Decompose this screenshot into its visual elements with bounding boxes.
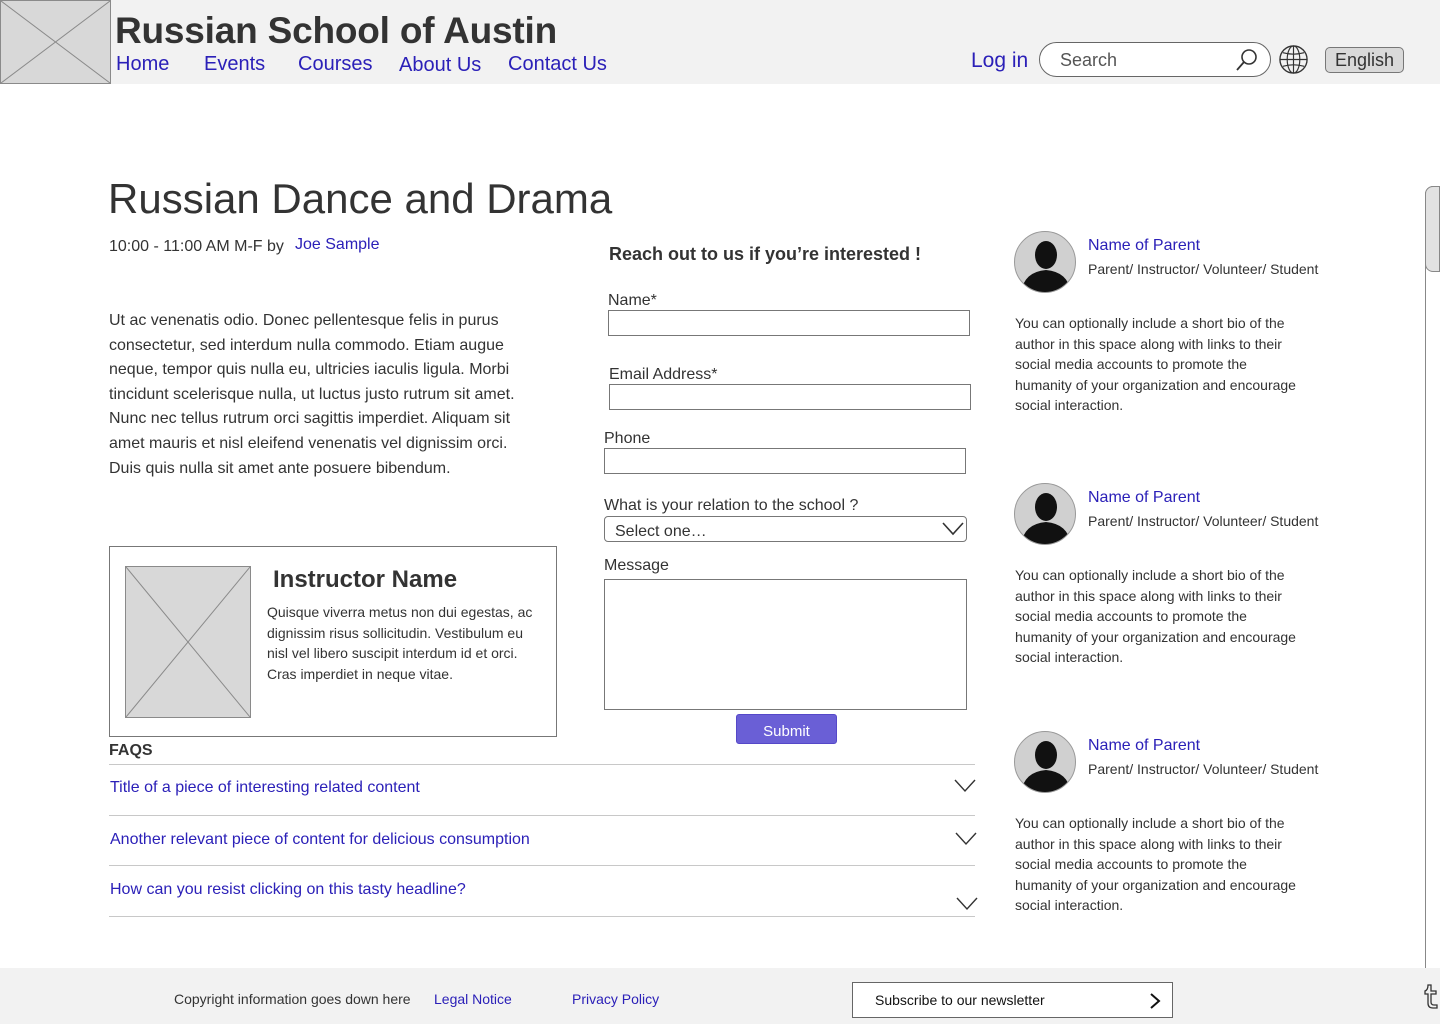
nav-contact-us[interactable]: Contact Us [508, 53, 607, 76]
profile-role: Parent/ Instructor/ Volunteer/ Student [1088, 761, 1319, 777]
name-label: Name* [608, 292, 657, 309]
nav-courses[interactable]: Courses [298, 53, 372, 76]
logo-placeholder-image[interactable] [0, 0, 111, 84]
instructor-card: Instructor Name Quisque viverra metus no… [109, 546, 557, 737]
faq-title[interactable]: Title of a piece of interesting related … [110, 779, 420, 797]
search-icon[interactable] [1235, 48, 1259, 72]
chevron-down-icon[interactable] [955, 832, 977, 846]
name-field[interactable] [608, 310, 970, 336]
scrollbar-track[interactable] [1425, 186, 1440, 976]
relation-select-value: Select one… [615, 523, 707, 540]
site-title: Russian School of Austin [115, 10, 557, 51]
nav-home[interactable]: Home [116, 53, 169, 76]
author-link[interactable]: Joe Sample [295, 236, 380, 254]
contact-form-heading: Reach out to us if you’re interested ! [609, 244, 922, 264]
newsletter-label: Subscribe to our newsletter [875, 992, 1045, 1008]
image-placeholder-icon [125, 566, 251, 718]
instructor-name: Instructor Name [273, 566, 458, 593]
nav-events[interactable]: Events [204, 53, 265, 76]
profile-name-link[interactable]: Name of Parent [1088, 737, 1200, 755]
course-description: Ut ac venenatis odio. Donec pellentesque… [109, 312, 515, 477]
chevron-down-icon[interactable] [942, 522, 964, 536]
message-label: Message [604, 557, 669, 574]
phone-label: Phone [604, 430, 651, 447]
email-field[interactable] [609, 384, 971, 410]
profile-role: Parent/ Instructor/ Volunteer/ Student [1088, 261, 1319, 277]
copyright-text: Copyright information goes down here [174, 991, 411, 1007]
language-button[interactable]: English [1325, 47, 1404, 73]
globe-icon[interactable] [1278, 44, 1309, 75]
profile-bio: You can optionally include a short bio o… [1015, 315, 1296, 413]
relation-select[interactable]: Select one… [604, 516, 967, 542]
person-silhouette-icon [1021, 741, 1071, 792]
chevron-right-icon[interactable] [1148, 992, 1162, 1010]
login-link[interactable]: Log in [971, 49, 1028, 73]
legal-notice-link[interactable]: Legal Notice [434, 991, 512, 1007]
profile-card: Name of Parent Parent/ Instructor/ Volun… [1014, 731, 1334, 921]
faq-item[interactable]: Another relevant piece of content for de… [110, 831, 980, 861]
course-schedule: 10:00 - 11:00 AM M-F by [109, 238, 284, 255]
avatar [1014, 231, 1076, 293]
faqs-heading: FAQS [109, 742, 153, 759]
faq-divider [109, 865, 975, 866]
profile-card: Name of Parent Parent/ Instructor/ Volun… [1014, 483, 1334, 673]
faq-title[interactable]: Another relevant piece of content for de… [110, 831, 530, 849]
search-input[interactable] [1060, 48, 1230, 72]
faq-title[interactable]: How can you resist clicking on this tast… [110, 881, 466, 899]
search-box [1039, 42, 1271, 77]
phone-field[interactable] [604, 448, 966, 474]
profile-bio: You can optionally include a short bio o… [1015, 567, 1296, 665]
privacy-policy-link[interactable]: Privacy Policy [572, 991, 659, 1007]
faq-item[interactable]: How can you resist clicking on this tast… [110, 881, 980, 911]
image-placeholder-icon [0, 0, 111, 84]
profile-role: Parent/ Instructor/ Volunteer/ Student [1088, 513, 1319, 529]
faq-divider [109, 815, 975, 816]
profile-card: Name of Parent Parent/ Instructor/ Volun… [1014, 231, 1334, 421]
faq-divider [109, 916, 975, 917]
faq-item[interactable]: Title of a piece of interesting related … [110, 779, 980, 809]
nav-about-us[interactable]: About Us [399, 54, 481, 77]
site-footer: Copyright information goes down here Leg… [0, 968, 1440, 1024]
chevron-down-icon[interactable] [954, 779, 976, 793]
site-header: Russian School of Austin Home Events Cou… [0, 0, 1440, 84]
avatar [1014, 483, 1076, 545]
avatar [1014, 731, 1076, 793]
profile-name-link[interactable]: Name of Parent [1088, 489, 1200, 507]
relation-label: What is your relation to the school ? [604, 497, 859, 514]
faq-divider [109, 764, 975, 765]
instructor-photo-placeholder [125, 566, 251, 718]
profile-name-link[interactable]: Name of Parent [1088, 237, 1200, 255]
message-field[interactable] [604, 579, 967, 710]
tumblr-icon[interactable] [1422, 983, 1440, 1009]
chevron-down-icon[interactable] [956, 897, 978, 911]
scrollbar-thumb[interactable] [1425, 186, 1440, 272]
person-silhouette-icon [1021, 241, 1071, 292]
page-title: Russian Dance and Drama [108, 175, 613, 222]
newsletter-subscribe-button[interactable]: Subscribe to our newsletter [852, 982, 1173, 1018]
submit-button[interactable]: Submit [736, 714, 837, 744]
person-silhouette-icon [1021, 493, 1071, 544]
email-label: Email Address* [609, 366, 718, 383]
instructor-bio: Quisque viverra metus non dui egestas, a… [267, 604, 533, 682]
profile-bio: You can optionally include a short bio o… [1015, 815, 1296, 913]
